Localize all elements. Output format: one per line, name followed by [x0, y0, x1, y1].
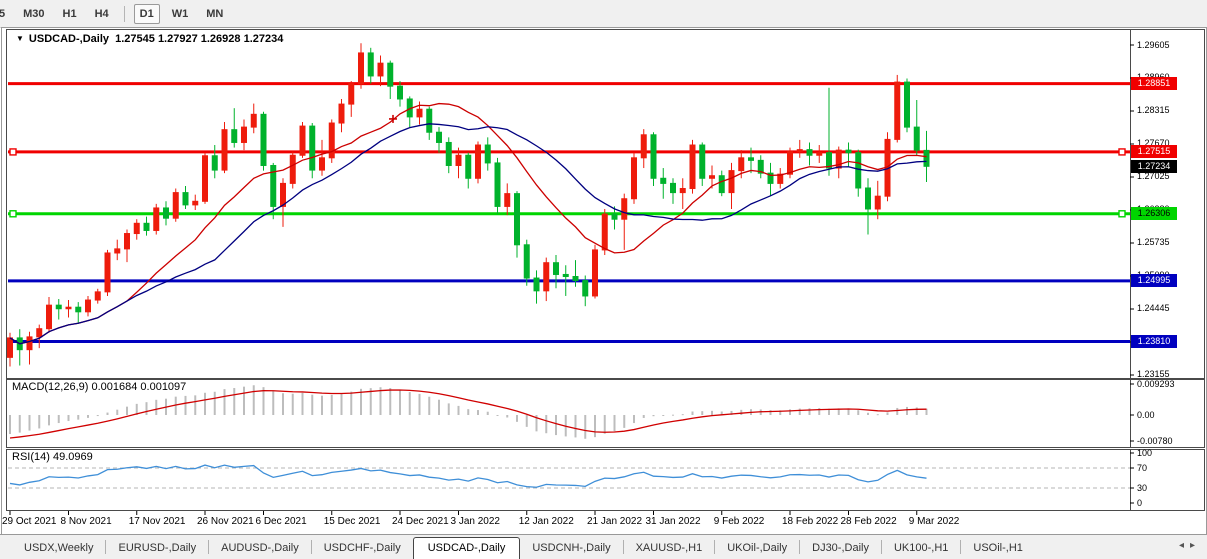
- rsi-panel-surface[interactable]: [8, 450, 1130, 509]
- macd-tick-label: 0.00: [1137, 410, 1155, 421]
- tab-usdchf-daily[interactable]: USDCHF-,Daily: [312, 538, 413, 559]
- tab-dj30-daily[interactable]: DJ30-,Daily: [800, 538, 881, 559]
- tab-eurusd-daily[interactable]: EURUSD-,Daily: [106, 538, 208, 559]
- tab-uk100-h1[interactable]: UK100-,H1: [882, 538, 960, 559]
- trading-terminal-window: 5M30H1H4D1W1MN ▼USDCAD-,Daily 1.27545 1.…: [0, 0, 1207, 559]
- tab-scroll-right-icon[interactable]: ▸: [1190, 540, 1201, 551]
- tab-xauusd-h1[interactable]: XAUUSD-,H1: [624, 538, 715, 559]
- tab-usdcad-daily[interactable]: USDCAD-,Daily: [413, 537, 521, 559]
- rsi-tick-label: 100: [1137, 448, 1152, 459]
- tab-usdcnh-daily[interactable]: USDCNH-,Daily: [520, 538, 622, 559]
- tab-scroll-arrows: ◂▸: [1179, 540, 1201, 551]
- tab-ukoil-daily[interactable]: UKOil-,Daily: [715, 538, 799, 559]
- tab-audusd-daily[interactable]: AUDUSD-,Daily: [209, 538, 311, 559]
- rsi-tick-label: 30: [1137, 483, 1147, 494]
- tab-usoil-h1[interactable]: USOil-,H1: [961, 538, 1035, 559]
- rsi-tick-label: 0: [1137, 498, 1142, 509]
- tab-scroll-left-icon[interactable]: ◂: [1179, 540, 1190, 551]
- macd-tick-label: -0.00780: [1137, 436, 1173, 447]
- rsi-tick-label: 70: [1137, 463, 1147, 474]
- chart-tab-bar: USDX,WeeklyEURUSD-,DailyAUDUSD-,DailyUSD…: [0, 534, 1207, 559]
- tab-usdx-weekly[interactable]: USDX,Weekly: [12, 538, 105, 559]
- macd-panel-surface[interactable]: [8, 380, 1130, 446]
- macd-tick-label: 0.009293: [1137, 379, 1175, 390]
- time-axis[interactable]: [8, 511, 1130, 533]
- price-axis[interactable]: [1131, 29, 1205, 377]
- price-chart-surface[interactable]: [8, 30, 1130, 377]
